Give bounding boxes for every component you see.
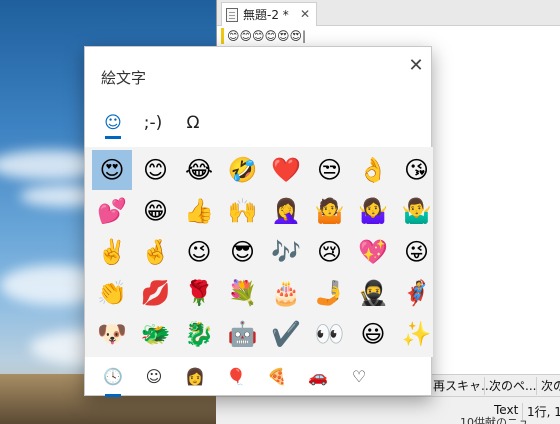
clock-icon: 🕓	[103, 366, 123, 386]
notepad-tab-bar: 無題-2 * ✕	[217, 0, 560, 26]
emoji-cell[interactable]: 😎	[223, 232, 263, 272]
category-tab-clock[interactable]: 🕓	[93, 361, 133, 397]
category-tabs: 🕓 ☺ 👩 🎈 🍕 🚗 ♡	[85, 355, 433, 397]
emoji-cell[interactable]: ✔️	[266, 314, 306, 354]
emoji-cell[interactable]: 🎶	[266, 232, 306, 272]
emoji-cell[interactable]: 🤞	[136, 232, 176, 272]
emoji-cell[interactable]: 👏	[92, 273, 132, 313]
emoji-cell[interactable]: 🥷	[353, 273, 393, 313]
smiley-icon: ☺	[104, 113, 122, 133]
document-icon	[226, 7, 238, 22]
emoji-panel: 絵文字 ✕ ☺ ;-) Ω 😍 😊 😂 🤣 ❤️ 😒 👌 😘 💕 😁 👍 🙌 🤦‍♀️ 🤷 🤷‍♀️ 🤷‍♂️…	[84, 46, 433, 397]
emoji-cell[interactable]: 🐶	[92, 314, 132, 354]
emoji-cell[interactable]: 🤷	[310, 191, 350, 231]
emoji-cell[interactable]: 👀	[310, 314, 350, 354]
emoji-cell[interactable]: ❤️	[266, 150, 306, 190]
emoji-cell[interactable]: 🎂	[266, 273, 306, 313]
editor-text-line: 😊😊😊😊😍😍|	[227, 29, 307, 43]
emoji-cell[interactable]: 🤷‍♂️	[397, 191, 437, 231]
emoji-cell[interactable]: 🌹	[179, 273, 219, 313]
category-tab-smiley[interactable]: ☺	[134, 361, 174, 391]
emoji-cell[interactable]: ✨	[397, 314, 437, 354]
emoji-cell[interactable]: 😂	[179, 150, 219, 190]
background-text: 10供献のニュ	[460, 416, 529, 424]
emoji-cell[interactable]: 💖	[353, 232, 393, 272]
emoji-cell[interactable]: 🤷‍♀️	[353, 191, 393, 231]
emoji-cell[interactable]: 😉	[179, 232, 219, 272]
omega-icon: Ω	[186, 113, 200, 133]
notepad-tab[interactable]: 無題-2 * ✕	[221, 2, 317, 26]
kaomoji-icon: ;-)	[143, 113, 163, 133]
smiley-icon: ☺	[145, 366, 163, 386]
heart-icon: ♡	[351, 366, 367, 386]
emoji-cell[interactable]: 😘	[397, 150, 437, 190]
active-tab-indicator	[105, 136, 121, 139]
balloon-icon: 🎈	[226, 366, 246, 386]
tab-emoji[interactable]: ☺	[93, 107, 133, 139]
category-tab-pizza[interactable]: 🍕	[257, 361, 297, 391]
line-marker	[221, 28, 224, 44]
category-tab-person[interactable]: 👩	[175, 361, 215, 391]
tab-close-icon[interactable]: ✕	[300, 7, 310, 21]
emoji-cell[interactable]: 😜	[397, 232, 437, 272]
pizza-icon: 🍕	[267, 366, 287, 386]
emoji-cell[interactable]: 👌	[353, 150, 393, 190]
emoji-cell[interactable]: 😢	[310, 232, 350, 272]
emoji-cell[interactable]: 🤖	[223, 314, 263, 354]
notepad-tab-title: 無題-2 *	[243, 8, 289, 22]
emoji-cell[interactable]: 🦸	[397, 273, 437, 313]
person-icon: 👩	[185, 366, 205, 386]
emoji-cell[interactable]: 🤦‍♀️	[266, 191, 306, 231]
emoji-cell[interactable]: 💋	[136, 273, 176, 313]
category-tab-balloon[interactable]: 🎈	[216, 361, 256, 391]
emoji-cell[interactable]: 🤳	[310, 273, 350, 313]
category-tab-heart[interactable]: ♡	[339, 361, 379, 391]
emoji-cell[interactable]: 🐲	[136, 314, 176, 354]
tab-symbols[interactable]: Ω	[173, 107, 213, 139]
car-icon: 🚗	[308, 366, 328, 386]
next-button[interactable]: 次の	[536, 377, 560, 395]
tab-kaomoji[interactable]: ;-)	[133, 107, 173, 139]
emoji-cell[interactable]: 👍	[179, 191, 219, 231]
emoji-cell[interactable]: 😍	[92, 150, 132, 190]
emoji-cell[interactable]: ✌️	[92, 232, 132, 272]
panel-title: 絵文字	[101, 69, 147, 87]
next-page-button[interactable]: 次のペ...	[484, 377, 540, 395]
active-category-indicator	[105, 394, 121, 397]
emoji-cell[interactable]: 🤣	[223, 150, 263, 190]
emoji-cell[interactable]: 😃	[353, 314, 393, 354]
emoji-cell[interactable]: 😊	[136, 150, 176, 190]
emoji-cell[interactable]: 😁	[136, 191, 176, 231]
emoji-cell[interactable]: 💐	[223, 273, 263, 313]
emoji-grid: 😍 😊 😂 🤣 ❤️ 😒 👌 😘 💕 😁 👍 🙌 🤦‍♀️ 🤷 🤷‍♀️ 🤷‍♂️ ✌️ 🤞 😉 😎 🎶 😢 💖 😜 👏 💋 🌹 💐 🎂…	[85, 147, 433, 357]
close-icon[interactable]: ✕	[407, 57, 425, 75]
emoji-cell[interactable]: 🙌	[223, 191, 263, 231]
emoji-cell[interactable]: 🐉	[179, 314, 219, 354]
category-tab-car[interactable]: 🚗	[298, 361, 338, 391]
emoji-cell[interactable]: 💕	[92, 191, 132, 231]
mode-tabs: ☺ ;-) Ω	[85, 107, 433, 145]
emoji-cell[interactable]: 😒	[310, 150, 350, 190]
